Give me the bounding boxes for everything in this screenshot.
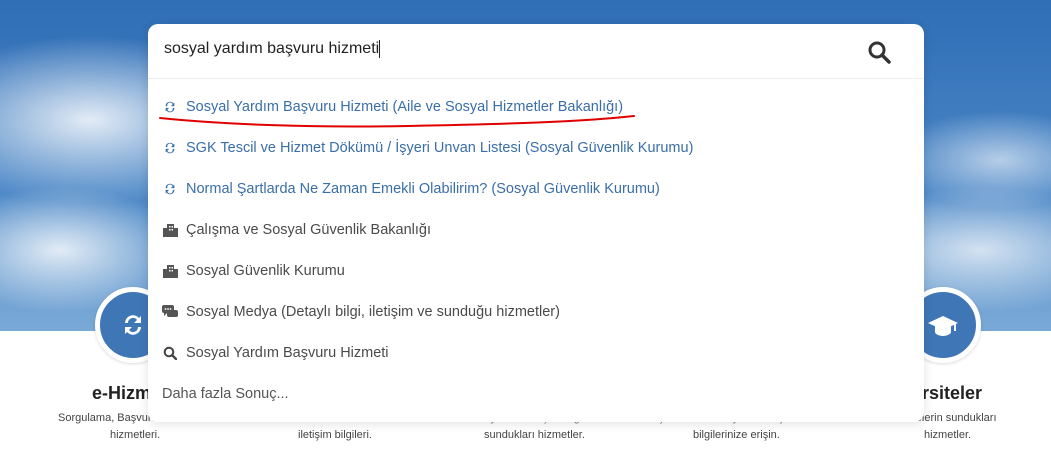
result-item[interactable]: Normal Şartlarda Ne Zaman Emekli Olabili…	[162, 168, 912, 209]
companies-desc-line2: bilgilerinize erişin.	[693, 429, 780, 441]
result-label: Sosyal Medya (Detaylı bilgi, iletişim ve…	[186, 303, 560, 320]
refresh-icon	[162, 99, 178, 115]
graduation-cap-icon	[928, 316, 958, 336]
result-label: Çalışma ve Sosyal Güvenlik Bakanlığı	[186, 221, 431, 238]
refresh-icon	[125, 315, 141, 335]
result-item[interactable]: Sosyal Yardım Başvuru Hizmeti (Aile ve S…	[162, 86, 912, 127]
institutions-desc-line2: iletişim bilgileri.	[298, 429, 372, 441]
search-panel: sosyal yardım başvuru hizmeti Sosyal Yar…	[148, 24, 924, 422]
result-item[interactable]: SGK Tescil ve Hizmet Dökümü / İşyeri Unv…	[162, 127, 912, 168]
refresh-icon	[162, 181, 178, 197]
e-services-desc-line2: hizmetleri.	[110, 429, 161, 441]
result-label: Sosyal Yardım Başvuru Hizmeti (Aile ve S…	[186, 98, 624, 115]
search-divider	[148, 78, 924, 79]
search-icon	[162, 345, 178, 361]
result-item[interactable]: Sosyal Güvenlik Kurumu	[162, 250, 912, 291]
building-icon	[162, 222, 178, 238]
building-icon	[162, 263, 178, 279]
search-button[interactable]	[863, 36, 895, 68]
result-item[interactable]: Sosyal Yardım Başvuru Hizmeti	[162, 332, 912, 373]
universities-desc-line2: hizmetler.	[924, 429, 972, 441]
search-query-text: sosyal yardım başvuru hizmeti	[164, 40, 380, 58]
result-label: Sosyal Güvenlik Kurumu	[186, 262, 345, 279]
municipalities-desc-line2: sundukları hizmetler.	[484, 429, 585, 441]
search-input[interactable]: sosyal yardım başvuru hizmeti	[164, 40, 844, 66]
result-label: Sosyal Yardım Başvuru Hizmeti	[186, 344, 389, 361]
more-results-link[interactable]: Daha fazla Sonuç...	[162, 373, 912, 414]
refresh-icon	[162, 140, 178, 156]
chat-icon	[162, 304, 178, 320]
search-results-dropdown: Sosyal Yardım Başvuru Hizmeti (Aile ve S…	[162, 86, 912, 414]
result-label: SGK Tescil ve Hizmet Dökümü / İşyeri Unv…	[186, 139, 694, 156]
result-label: Daha fazla Sonuç...	[162, 385, 289, 402]
text-caret	[379, 40, 381, 58]
result-item[interactable]: Sosyal Medya (Detaylı bilgi, iletişim ve…	[162, 291, 912, 332]
result-item[interactable]: Çalışma ve Sosyal Güvenlik Bakanlığı	[162, 209, 912, 250]
result-label: Normal Şartlarda Ne Zaman Emekli Olabili…	[186, 180, 660, 197]
search-icon	[868, 41, 891, 64]
